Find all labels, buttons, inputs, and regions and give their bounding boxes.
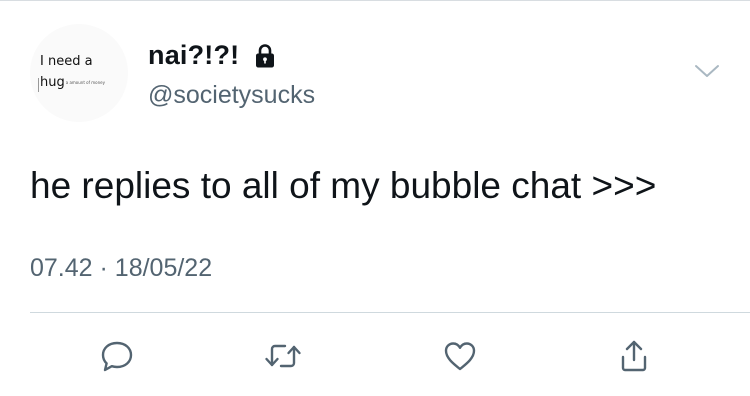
tweet-timestamp[interactable]: 07.42 · 18/05/22 bbox=[30, 254, 212, 283]
tweet-time: 07.42 bbox=[30, 254, 93, 282]
avatar-bar bbox=[38, 78, 39, 92]
avatar-text-line1: I need a bbox=[40, 54, 93, 69]
share-icon bbox=[621, 340, 647, 372]
tweet-card: I need a huga amount of money nai?!?! @s… bbox=[0, 0, 750, 396]
user-handle[interactable]: @societysucks bbox=[148, 81, 315, 110]
retweet-button[interactable] bbox=[263, 336, 303, 376]
chevron-down-icon[interactable] bbox=[694, 62, 720, 80]
avatar-text-line2: huga amount of money bbox=[40, 75, 105, 90]
reply-button[interactable] bbox=[97, 336, 137, 376]
actions-divider bbox=[30, 312, 750, 313]
avatar-text-hug: hug bbox=[40, 75, 65, 90]
speech-bubble-icon bbox=[101, 341, 133, 372]
retweet-icon bbox=[265, 344, 301, 368]
avatar-fine-print: a amount of money bbox=[65, 80, 105, 85]
display-name[interactable]: nai?!?! bbox=[148, 40, 239, 71]
tweet-text: he replies to all of my bubble chat >>> bbox=[30, 165, 657, 206]
share-button[interactable] bbox=[614, 336, 654, 376]
heart-icon bbox=[444, 342, 476, 371]
avatar[interactable]: I need a huga amount of money bbox=[30, 24, 128, 122]
lock-icon bbox=[256, 44, 274, 68]
tweet-date: 18/05/22 bbox=[114, 254, 213, 282]
meta-separator: · bbox=[99, 254, 108, 282]
like-button[interactable] bbox=[440, 336, 480, 376]
